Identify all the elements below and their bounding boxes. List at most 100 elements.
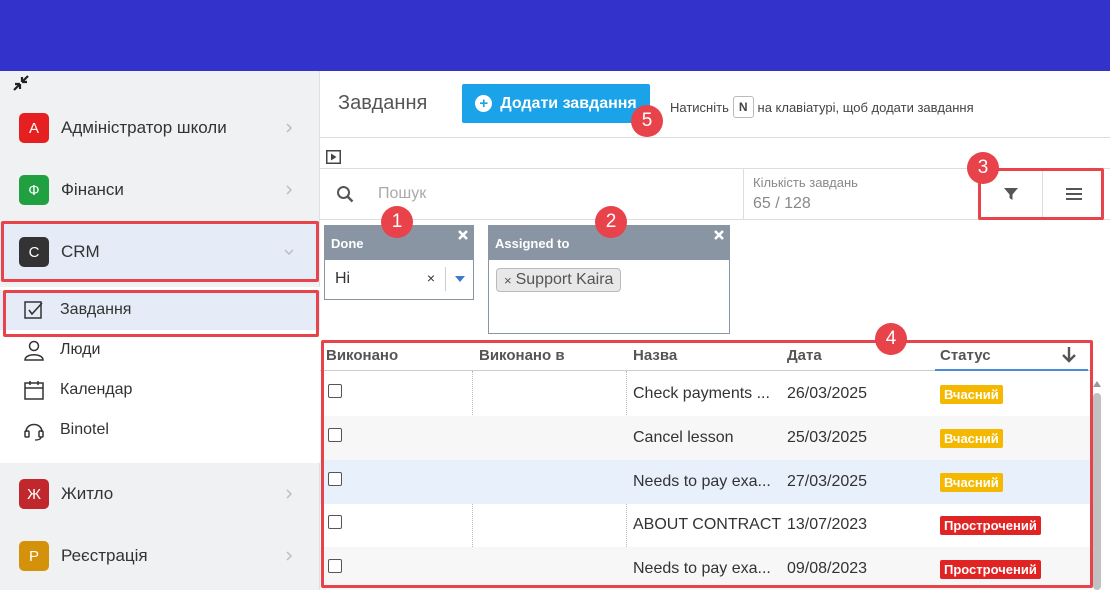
column-header-status[interactable]: Статус <box>940 347 991 364</box>
annotation-number-2: 2 <box>595 206 627 238</box>
filter-card-title: Assigned to <box>495 235 570 251</box>
table-row[interactable]: Needs to pay exa... 09/08/2023 Простроче… <box>320 547 1090 590</box>
task-name: Needs to pay exa... <box>633 560 771 577</box>
assignee-tag[interactable]: × Support Kaira <box>496 268 622 292</box>
clear-icon[interactable]: × <box>427 270 435 286</box>
close-icon[interactable] <box>457 229 469 241</box>
module-label: Реєстрація <box>61 546 148 565</box>
module-label: Фінанси <box>61 180 124 199</box>
status-badge: Вчасний <box>940 384 1003 404</box>
plus-icon: + <box>475 95 493 112</box>
done-checkbox[interactable] <box>328 559 342 573</box>
module-badge: Р <box>19 541 49 571</box>
module-badge: Ф <box>19 175 49 205</box>
search-input[interactable] <box>370 179 670 209</box>
done-checkbox[interactable] <box>328 515 342 529</box>
annotation-number-4: 4 <box>875 323 907 355</box>
column-header-done[interactable]: Виконано <box>326 347 398 364</box>
module-finance[interactable]: Ф Фінанси <box>0 161 320 219</box>
filter-card-title: Done <box>331 235 364 251</box>
sort-down-arrow-icon[interactable] <box>1062 346 1076 363</box>
module-badge: C <box>19 237 49 267</box>
task-date: 25/03/2025 <box>787 429 868 446</box>
table-scrollbar[interactable] <box>1092 378 1102 590</box>
table-row[interactable]: Check payments ... 26/03/2025 Вчасний <box>320 372 1090 416</box>
column-header-name[interactable]: Назва <box>633 347 677 364</box>
person-icon <box>22 338 46 362</box>
top-bar <box>0 0 1110 71</box>
annotation-number-1: 1 <box>381 206 413 238</box>
filter-icon <box>1004 188 1018 200</box>
module-crm[interactable]: C CRM <box>0 223 320 281</box>
status-badge: Вчасний <box>940 428 1003 448</box>
close-icon[interactable] <box>713 229 725 241</box>
column-header-done-at[interactable]: Виконано в <box>479 347 565 364</box>
hint-text: Натисніть <box>670 99 729 115</box>
task-date: 09/08/2023 <box>787 560 868 577</box>
remove-tag-icon[interactable]: × <box>504 273 512 288</box>
add-task-label: Додати завдання <box>500 94 637 112</box>
toolbar-buttons <box>980 169 1104 219</box>
module-label: CRM <box>61 242 100 261</box>
table-row[interactable]: Needs to pay exa... 27/03/2025 Вчасний <box>320 460 1090 504</box>
module-label: Адміністратор школи <box>61 118 227 137</box>
table-row[interactable]: ABOUT CONTRACT 13/07/2023 Прострочений <box>320 503 1090 547</box>
filter-card-assigned: Assigned to × Support Kaira <box>488 225 730 334</box>
sidebar-item-people[interactable]: Люди <box>0 330 320 370</box>
table-row[interactable]: Cancel lesson 25/03/2025 Вчасний <box>320 416 1090 460</box>
table-header: Виконано Виконано в Назва Дата Статус <box>320 341 1090 371</box>
task-name: ABOUT CONTRACT <box>633 516 782 533</box>
module-housing[interactable]: Ж Житло <box>0 465 320 523</box>
keyboard-key: N <box>732 96 754 118</box>
task-count-label: Кількість завдань <box>753 175 858 190</box>
done-checkbox[interactable] <box>328 384 342 398</box>
chevron-right-icon <box>286 123 292 133</box>
menu-button[interactable] <box>1042 169 1104 219</box>
collapse-arrows-icon[interactable] <box>11 73 31 93</box>
keyboard-hint: Натисніть N на клавіатурі, щоб додати за… <box>670 96 974 118</box>
task-name: Needs to pay exa... <box>633 473 771 490</box>
sidebar-item-calendar[interactable]: Календар <box>0 370 320 410</box>
task-count: Кількість завдань 65 / 128 <box>743 169 858 219</box>
scroll-up-icon[interactable] <box>1092 380 1102 388</box>
sidebar-item-label: Завдання <box>60 301 132 318</box>
scrollbar-thumb[interactable] <box>1093 393 1101 590</box>
sidebar: A Адміністратор школи Ф Фінанси C CRM За… <box>0 71 320 590</box>
sort-indicator-line <box>935 369 1088 371</box>
done-checkbox[interactable] <box>328 472 342 486</box>
main-content: Завдання + Додати завдання Натисніть N н… <box>320 71 1110 590</box>
sidebar-item-label: Календар <box>60 381 133 398</box>
status-badge: Прострочений <box>940 559 1041 579</box>
play-icon[interactable] <box>326 150 341 164</box>
crm-submenu: Завдання Люди Календар Binotel <box>0 287 320 463</box>
module-school-admin[interactable]: A Адміністратор школи <box>0 99 320 157</box>
module-label: Житло <box>61 484 114 503</box>
module-badge: Ж <box>19 479 49 509</box>
done-checkbox[interactable] <box>328 428 342 442</box>
sidebar-item-label: Binotel <box>60 421 109 438</box>
sidebar-item-label: Люди <box>60 341 101 358</box>
add-task-button[interactable]: + Додати завдання <box>462 84 650 123</box>
task-date: 26/03/2025 <box>787 385 868 402</box>
task-date: 13/07/2023 <box>787 516 868 533</box>
assignee-tag-label: Support Kaira <box>515 271 614 288</box>
sidebar-item-tasks[interactable]: Завдання <box>0 290 320 330</box>
headset-icon <box>22 418 46 442</box>
status-badge: Прострочений <box>940 515 1041 535</box>
page-title: Завдання <box>338 92 428 114</box>
annotation-number-3: 3 <box>967 152 999 184</box>
task-date: 27/03/2025 <box>787 473 868 490</box>
page-header: Завдання + Додати завдання Натисніть N н… <box>320 71 1110 138</box>
module-registration[interactable]: Р Реєстрація <box>0 527 320 585</box>
task-name: Check payments ... <box>633 385 770 402</box>
sidebar-item-binotel[interactable]: Binotel <box>0 410 320 450</box>
dropdown-arrow-icon[interactable] <box>445 267 473 291</box>
done-select[interactable]: Ні × <box>325 260 473 298</box>
hint-text: на клавіатурі, щоб додати завдання <box>757 99 974 115</box>
task-name: Cancel lesson <box>633 429 734 446</box>
chevron-right-icon <box>286 185 292 195</box>
menu-icon <box>1065 188 1082 200</box>
column-header-date[interactable]: Дата <box>787 347 822 364</box>
search-icon <box>337 186 354 203</box>
calendar-icon <box>22 378 46 402</box>
